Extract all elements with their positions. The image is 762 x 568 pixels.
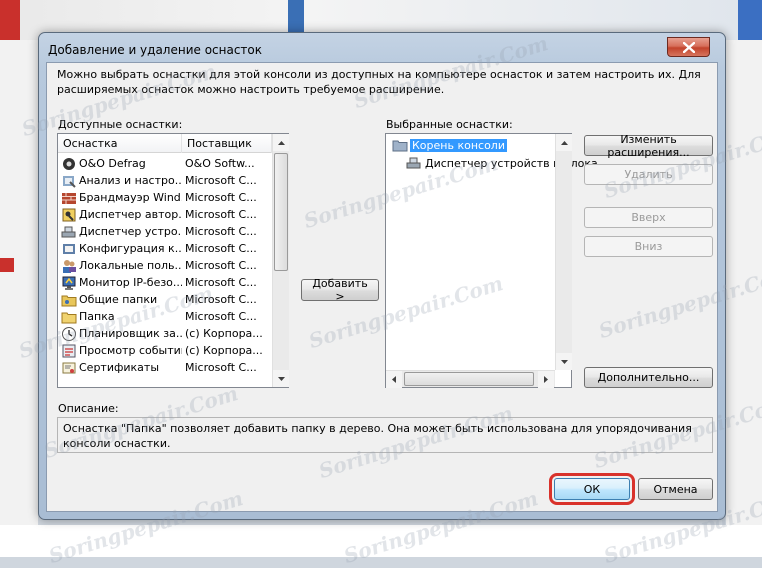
authorization-manager-icon [61,207,77,223]
selected-vertical-scrollbar[interactable] [555,134,572,370]
edit-extensions-button[interactable]: Изменить расширения... [584,133,713,159]
available-snapins-label: Доступные оснастки: [58,118,183,131]
firewall-icon [61,190,77,206]
list-item[interactable]: Локальные поль... Microsoft C... [58,257,272,274]
column-header-vendor[interactable]: Поставщик [182,134,272,153]
column-header-snapin[interactable]: Оснастка [58,134,182,153]
add-remove-snapins-dialog: Добавление и удаление оснасток Можно выб… [38,32,726,520]
desktop-background [0,525,762,557]
configuration-icon [61,241,77,257]
window-title: Добавление и удаление оснасток [48,43,263,57]
desktop-icon [738,0,762,40]
description-label: Описание: [58,402,119,415]
move-up-button[interactable]: Вверх [584,207,713,228]
list-item[interactable]: Папка Microsoft C... [58,308,272,325]
cancel-button[interactable]: Отмена [638,478,713,500]
arrow-up-icon [560,140,568,145]
scroll-right-button[interactable] [538,371,554,388]
arrow-left-icon [392,376,396,383]
scroll-down-button[interactable] [556,353,572,370]
available-snapins-list[interactable]: Оснастка Поставщик O&O Defrag O&O Softw.… [57,133,289,388]
list-item[interactable]: Монитор IP-безо... Microsoft C... [58,274,272,291]
arrow-down-icon [560,359,568,364]
dialog-description: Можно выбрать оснастки для этой консоли … [57,68,701,96]
folder-icon [392,137,408,153]
scroll-up-button[interactable] [273,134,289,151]
list-item[interactable]: Конфигурация к... Microsoft C... [58,240,272,257]
remove-button[interactable]: Удалить [584,164,713,185]
dialog-client-area: Можно выбрать оснастки для этой консоли … [46,62,718,512]
device-manager-icon [406,155,422,171]
defrag-icon [61,156,77,172]
list-item[interactable]: Просмотр событий (c) Корпора... [58,342,272,359]
security-analysis-icon [61,173,77,189]
arrow-up-icon [277,140,285,145]
shared-folders-icon [61,292,77,308]
arrow-right-icon [544,376,548,383]
selected-horizontal-scrollbar[interactable] [386,370,555,388]
device-manager-icon [61,224,77,240]
list-header: Оснастка Поставщик [58,134,272,153]
selected-snapins-label: Выбранные оснастки: [386,118,513,131]
close-icon [682,41,695,53]
move-down-button[interactable]: Вниз [584,236,713,257]
event-viewer-icon [61,343,77,359]
list-item[interactable]: Планировщик за... (c) Корпора... [58,325,272,342]
ok-button[interactable]: ОК [554,478,630,500]
desktop-background [0,40,38,525]
description-text: Оснастка "Папка" позволяет добавить папк… [57,417,713,453]
close-button[interactable] [667,37,710,57]
desktop-background [726,40,762,525]
desktop-icon [0,258,14,272]
tree-item-console-root[interactable]: Корень консоли [392,137,507,153]
advanced-button[interactable]: Дополнительно... [584,367,713,388]
list-item[interactable]: O&O Defrag O&O Softw... [58,155,272,172]
add-button[interactable]: Добавить > [301,277,379,303]
list-item[interactable]: Диспетчер автор... Microsoft C... [58,206,272,223]
scroll-down-button[interactable] [273,370,289,387]
snapin-rows: O&O Defrag O&O Softw... Анализ и настро.… [58,155,272,376]
certificates-icon [61,360,77,376]
scroll-thumb[interactable] [404,372,534,386]
scroll-thumb[interactable] [274,153,288,271]
list-item[interactable]: Общие папки Microsoft C... [58,291,272,308]
list-item[interactable]: Сертификаты Microsoft C... [58,359,272,376]
scroll-left-button[interactable] [386,371,402,388]
selected-snapins-tree[interactable]: Корень консоли Диспетчер устройств на ло… [385,133,598,388]
available-vertical-scrollbar[interactable] [272,134,289,387]
task-scheduler-icon [61,326,77,342]
arrow-down-icon [277,376,285,381]
list-item[interactable]: Диспетчер устро... Microsoft C... [58,223,272,240]
ip-security-monitor-icon [61,275,77,291]
list-item[interactable]: Брандмауэр Wind... Microsoft C... [58,189,272,206]
local-users-icon [61,258,77,274]
scroll-up-button[interactable] [556,134,572,151]
list-item[interactable]: Анализ и настро... Microsoft C... [58,172,272,189]
desktop-icon [0,0,20,40]
tree-item-label: Корень консоли [410,138,507,152]
folder-icon [61,309,77,325]
